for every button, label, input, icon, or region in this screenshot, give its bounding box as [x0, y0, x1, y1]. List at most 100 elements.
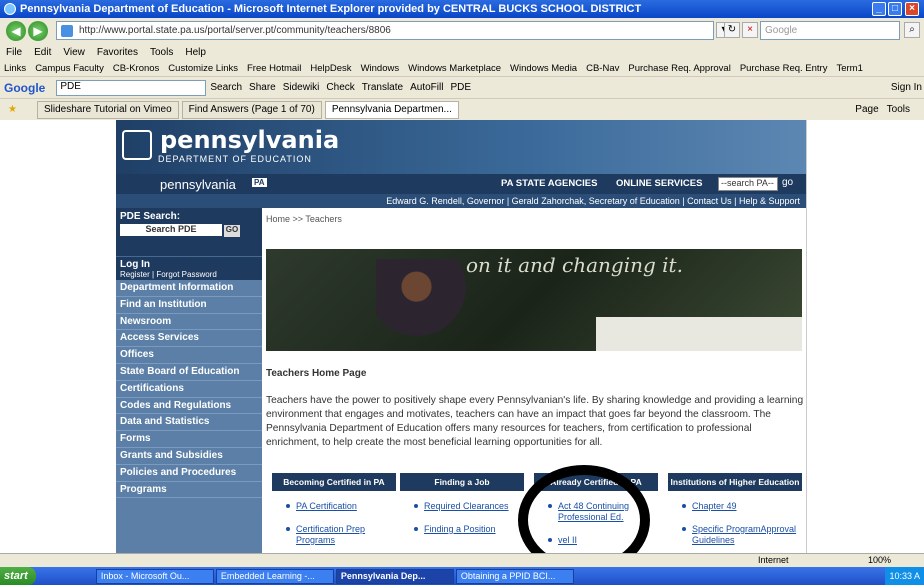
link-item[interactable]: Purchase Req. Approval — [628, 63, 730, 74]
zoom-level[interactable]: 100% — [868, 555, 891, 565]
pa-wordmark[interactable]: pennsylvania — [160, 177, 236, 192]
google-search-button[interactable]: Search — [210, 82, 242, 93]
address-text: http://www.portal.state.pa.us/portal/ser… — [79, 25, 391, 36]
link-certification-prep[interactable]: Certification Prep Programs — [272, 524, 396, 546]
task-ppid[interactable]: Obtaining a PPID BCI... — [455, 568, 574, 584]
tab-vimeo[interactable]: Slideshare Tutorial on Vimeo — [36, 100, 179, 119]
link-pa-certification[interactable]: PA Certification — [272, 501, 396, 512]
google-autofill-button[interactable]: AutoFill — [410, 82, 443, 93]
link-chapter-49[interactable]: Chapter 49 — [668, 501, 802, 512]
site-header: pennsylvania DEPARTMENT OF EDUCATION — [116, 120, 806, 174]
link-item[interactable]: HelpDesk — [310, 63, 351, 74]
tools-menu[interactable]: Tools — [887, 104, 910, 115]
start-button[interactable]: start — [0, 567, 36, 585]
sidebar-item-find-an-institution[interactable]: Find an Institution — [116, 296, 262, 314]
window-title: Pennsylvania Department of Education - M… — [20, 3, 642, 15]
link-item[interactable]: Purchase Req. Entry — [740, 63, 828, 74]
google-pde-button[interactable]: PDE — [450, 82, 471, 93]
pde-search-input[interactable]: Search PDE — [120, 224, 222, 236]
back-button[interactable]: ◀ — [6, 21, 26, 41]
google-search-input[interactable]: PDE — [56, 79, 207, 96]
sidebar-item-policies-procedures[interactable]: Policies and Procedures — [116, 464, 262, 482]
left-gutter — [0, 120, 116, 553]
favorites-star-icon[interactable]: ★ — [8, 104, 17, 115]
pa-badge: PA — [252, 178, 267, 187]
column-header: Institutions of Higher Education — [668, 473, 802, 491]
tab-bar: ★ Slideshare Tutorial on Vimeo Find Answ… — [0, 98, 924, 120]
pde-go-button[interactable]: GO — [224, 225, 240, 237]
site-go-button[interactable]: go — [782, 177, 793, 188]
forward-button[interactable]: ▶ — [28, 21, 48, 41]
google-sidewiki-button[interactable]: Sidewiki — [283, 82, 320, 93]
tab-find-answers[interactable]: Find Answers (Page 1 of 70) — [181, 100, 322, 119]
sign-in-link[interactable]: Sign In — [891, 82, 922, 93]
sidebar-item-offices[interactable]: Offices — [116, 347, 262, 364]
link-program-approval[interactable]: Specific ProgramApproval Guidelines — [668, 524, 802, 546]
menu-favorites[interactable]: Favorites — [97, 47, 138, 58]
link-item[interactable]: Term1 — [836, 63, 862, 74]
google-share-button[interactable]: Share — [249, 82, 276, 93]
task-outlook[interactable]: Inbox - Microsoft Ou... — [95, 568, 214, 584]
column-header: Finding a Job — [400, 473, 524, 491]
register-link[interactable]: Register | Forgot Password — [120, 270, 258, 279]
refresh-button[interactable]: ↻ — [724, 22, 740, 38]
site-logo[interactable]: pennsylvania — [160, 126, 339, 154]
pde-page: pennsylvania DEPARTMENT OF EDUCATION pen… — [116, 120, 806, 553]
column-finding-a-job: Finding a Job Required Clearances Findin… — [400, 473, 524, 535]
minimize-button[interactable]: _ — [872, 2, 886, 16]
task-pennsylvania[interactable]: Pennsylvania Dep... — [335, 568, 454, 584]
address-bar[interactable]: http://www.portal.state.pa.us/portal/ser… — [56, 21, 714, 40]
link-item[interactable]: Campus Faculty — [35, 63, 104, 74]
task-embedded-learning[interactable]: Embedded Learning -... — [215, 568, 334, 584]
site-logo-subtitle: DEPARTMENT OF EDUCATION — [158, 154, 312, 164]
site-search-input[interactable]: --search PA-- — [718, 177, 778, 191]
intro-paragraph: Teachers have the power to positively sh… — [266, 395, 804, 448]
sidebar-item-codes-regulations[interactable]: Codes and Regulations — [116, 397, 262, 415]
menu-file[interactable]: File — [6, 47, 22, 58]
link-item[interactable]: CB-Nav — [586, 63, 619, 74]
link-item[interactable]: Free Hotmail — [247, 63, 301, 74]
google-toolbar: Google PDE Search Share Sidewiki Check T… — [0, 76, 924, 98]
menu-edit[interactable]: Edit — [34, 47, 51, 58]
link-item[interactable]: Windows Media — [510, 63, 577, 74]
sidebar-item-forms[interactable]: Forms — [116, 431, 262, 448]
stop-button[interactable]: × — [742, 22, 758, 38]
system-clock: 10:33 A — [885, 567, 924, 585]
link-finding-a-position[interactable]: Finding a Position — [400, 524, 524, 535]
page-title: Teachers Home Page — [266, 368, 367, 379]
title-bar: Pennsylvania Department of Education - M… — [0, 0, 924, 18]
sidebar-item-data-statistics[interactable]: Data and Statistics — [116, 414, 262, 432]
google-translate-button[interactable]: Translate — [362, 82, 403, 93]
google-check-button[interactable]: Check — [326, 82, 354, 93]
google-logo: Google — [4, 80, 46, 95]
sidebar-item-programs[interactable]: Programs — [116, 481, 262, 499]
link-item[interactable]: Windows — [361, 63, 400, 74]
page-menu[interactable]: Page — [855, 104, 878, 115]
breadcrumb[interactable]: Home >> Teachers — [266, 214, 342, 224]
link-required-clearances[interactable]: Required Clearances — [400, 501, 524, 512]
sidebar-item-certifications[interactable]: Certifications — [116, 380, 262, 398]
sidebar-item-grants-subsidies[interactable]: Grants and Subsidies — [116, 447, 262, 465]
status-bar: Internet 100% — [0, 553, 924, 567]
menu-help[interactable]: Help — [185, 47, 206, 58]
close-button[interactable]: × — [905, 2, 919, 16]
menu-tools[interactable]: Tools — [150, 47, 173, 58]
state-agencies-menu[interactable]: PA STATE AGENCIES — [501, 178, 597, 189]
sidebar-item-access-services[interactable]: Access Services — [116, 330, 262, 348]
sidebar-item-newsroom[interactable]: Newsroom — [116, 313, 262, 331]
menu-view[interactable]: View — [63, 47, 85, 58]
online-services-menu[interactable]: ONLINE SERVICES — [616, 178, 702, 189]
link-item[interactable]: CB-Kronos — [113, 63, 159, 74]
page-content: pennsylvania DEPARTMENT OF EDUCATION pen… — [0, 120, 924, 553]
search-input[interactable]: Google — [760, 21, 900, 40]
pde-search-label: PDE Search: — [120, 211, 181, 222]
tab-pennsylvania[interactable]: Pennsylvania Departmen... — [324, 100, 459, 119]
login-link[interactable]: Log In — [120, 259, 258, 270]
sidebar-item-state-board[interactable]: State Board of Education — [116, 363, 262, 381]
search-icon[interactable]: ⌕ — [904, 22, 920, 38]
link-item[interactable]: Customize Links — [168, 63, 238, 74]
link-item[interactable]: Windows Marketplace — [408, 63, 501, 74]
maximize-button[interactable]: □ — [888, 2, 902, 16]
sidebar-item-department-information[interactable]: Department Information — [116, 280, 262, 297]
internet-zone: Internet — [758, 555, 789, 565]
